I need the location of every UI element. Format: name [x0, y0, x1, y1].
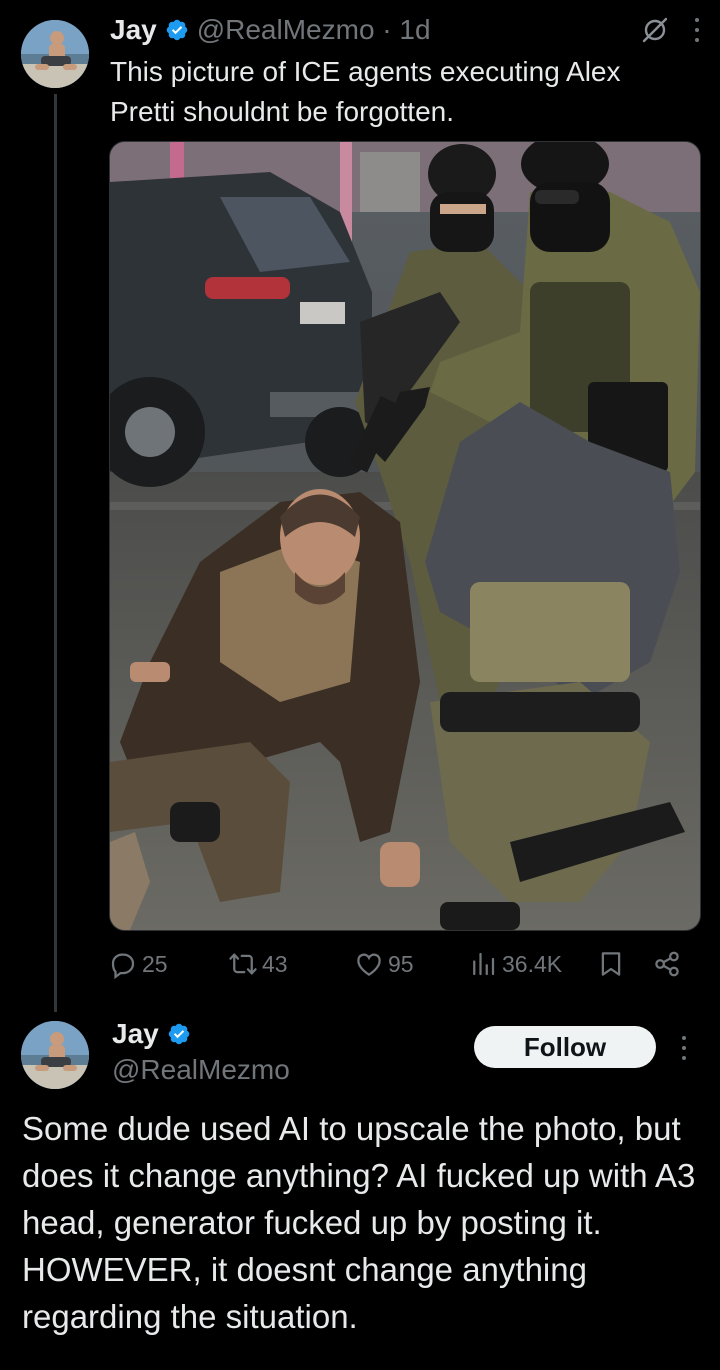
share-button[interactable] — [652, 944, 686, 984]
reply-header: Jay — [112, 1014, 199, 1054]
repost-count: 43 — [262, 950, 288, 977]
reply-button[interactable]: 25 — [108, 944, 168, 984]
views-button[interactable]: 36.4K — [468, 944, 562, 984]
tweet-text-line: This picture of ICE agents executing Ale… — [110, 56, 621, 87]
reply-count: 25 — [142, 950, 168, 977]
reply-text: Some dude used AI to upscale the photo, … — [22, 1110, 696, 1335]
tweet-actions: 25 43 95 36.4K — [108, 944, 688, 984]
thread-connector-line — [54, 94, 57, 1012]
tweet-header: Jay @RealMezmo · 1d — [110, 10, 700, 50]
reply-icon — [111, 953, 135, 979]
tweet-photo[interactable] — [109, 141, 701, 931]
follow-button[interactable]: Follow — [474, 1026, 656, 1068]
author-handle-time[interactable]: @RealMezmo · 1d — [197, 14, 431, 46]
avatar[interactable] — [21, 20, 89, 88]
bookmark-button[interactable] — [596, 944, 630, 984]
like-icon — [357, 953, 381, 976]
tweet-text-line: Pretti shouldnt be forgotten. — [110, 96, 454, 127]
avatar[interactable] — [21, 1021, 89, 1089]
timeline: Jay @RealMezmo · 1d This picture of ICE … — [0, 0, 720, 1370]
grok-icon[interactable] — [640, 15, 670, 45]
verified-badge-icon — [166, 19, 187, 41]
like-count: 95 — [388, 950, 414, 977]
views-icon — [473, 952, 495, 976]
more-options-icon[interactable] — [681, 1036, 687, 1060]
author-name[interactable]: Jay — [110, 14, 157, 46]
reply-author-name[interactable]: Jay — [112, 1018, 159, 1050]
reply-author-handle[interactable]: @RealMezmo — [112, 1052, 290, 1088]
repost-icon — [229, 953, 257, 975]
photo-illustration — [110, 142, 700, 930]
tweet-text: This picture of ICE agents executing Ale… — [110, 52, 700, 132]
repost-button[interactable]: 43 — [228, 944, 288, 984]
like-button[interactable]: 95 — [354, 944, 414, 984]
share-icon — [655, 951, 679, 977]
verified-badge-icon — [168, 1023, 189, 1045]
bookmark-icon — [601, 952, 621, 976]
views-count: 36.4K — [502, 950, 563, 977]
more-options-icon[interactable] — [694, 18, 700, 42]
